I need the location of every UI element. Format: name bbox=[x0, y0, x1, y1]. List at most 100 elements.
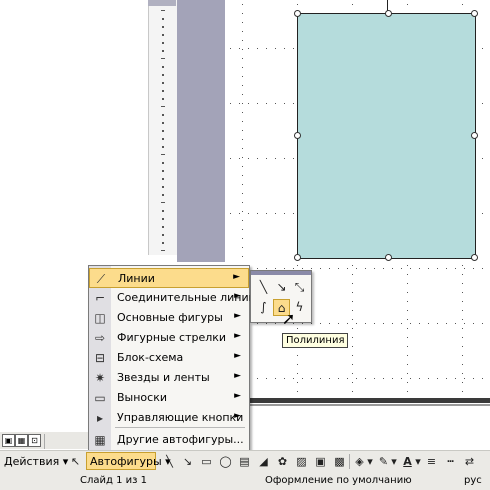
grid-dot bbox=[242, 31, 243, 32]
arrow-tool-icon[interactable]: ↘ bbox=[180, 454, 195, 469]
view-buttons-bar: ▣ ▦ ⊡ bbox=[0, 432, 88, 449]
grid-dot bbox=[297, 355, 298, 356]
menu-item-lines[interactable]: ⟋ Линии ► bbox=[89, 268, 249, 288]
menu-item-label: Другие автофигуры... bbox=[117, 433, 244, 446]
dropdown-arrow-icon[interactable]: ▾ bbox=[414, 454, 422, 469]
wordart-tool-icon[interactable]: ◢ bbox=[256, 454, 271, 469]
line-tool-icon[interactable]: ╲ bbox=[162, 454, 177, 469]
grid-dot bbox=[482, 158, 483, 159]
grid-dot bbox=[462, 283, 463, 284]
grid-dot bbox=[464, 378, 465, 379]
grid-dot bbox=[356, 268, 357, 269]
dropdown-arrow-icon[interactable]: ▾ bbox=[366, 454, 374, 469]
ruler-mark bbox=[161, 154, 165, 155]
menu-item-stars-banners[interactable]: ✷ Звезды и ленты ► bbox=[89, 368, 249, 388]
menu-item-flowchart[interactable]: ⊟ Блок-схема ► bbox=[89, 348, 249, 368]
grid-dot bbox=[455, 323, 456, 324]
ruler-mark bbox=[162, 242, 164, 244]
slide-sorter-view-icon[interactable]: ▦ bbox=[15, 434, 28, 447]
grid-dot bbox=[242, 130, 243, 131]
dropdown-arrow-icon[interactable]: ▾ bbox=[390, 454, 398, 469]
menu-item-block-arrows[interactable]: ⇨ Фигурные стрелки ► bbox=[89, 328, 249, 348]
resize-handle[interactable] bbox=[471, 132, 478, 139]
font-color-icon[interactable]: A bbox=[400, 454, 415, 469]
ruler-mark bbox=[162, 210, 164, 212]
selected-rectangle-shape[interactable] bbox=[297, 13, 476, 259]
grid-dot bbox=[407, 337, 408, 338]
double-arrow-icon[interactable]: ⤡ bbox=[291, 279, 308, 296]
grid-dot bbox=[401, 323, 402, 324]
fill-color-icon[interactable]: ◈ bbox=[352, 454, 367, 469]
grid-dot bbox=[374, 378, 375, 379]
resize-handle[interactable] bbox=[471, 254, 478, 261]
image-tool-icon[interactable]: ▩ bbox=[332, 454, 347, 469]
resize-handle[interactable] bbox=[471, 10, 478, 17]
arrow-style-icon[interactable]: ⇄ bbox=[462, 454, 477, 469]
clipart-tool-icon[interactable]: ▨ bbox=[294, 454, 309, 469]
grid-dot bbox=[242, 157, 243, 158]
resize-handle[interactable] bbox=[294, 132, 301, 139]
grid-dot bbox=[297, 4, 298, 5]
grid-dot bbox=[302, 268, 303, 269]
grid-dot bbox=[356, 378, 357, 379]
ruler-mark bbox=[162, 178, 164, 180]
grid-dot bbox=[242, 139, 243, 140]
ruler-mark bbox=[162, 122, 164, 124]
grid-dot bbox=[352, 310, 353, 311]
ruler-top-cap bbox=[148, 0, 176, 6]
grid-dot bbox=[311, 323, 312, 324]
grid-dot bbox=[297, 328, 298, 329]
resize-handle[interactable] bbox=[294, 254, 301, 261]
grid-dot bbox=[239, 48, 240, 49]
curve-icon[interactable]: ∫ bbox=[255, 299, 272, 316]
submenu-drag-handle[interactable] bbox=[251, 271, 311, 275]
grid-dot bbox=[266, 268, 267, 269]
grid-dot bbox=[352, 382, 353, 383]
grid-dot bbox=[365, 268, 366, 269]
grid-dot bbox=[297, 265, 298, 266]
resize-handle[interactable] bbox=[294, 10, 301, 17]
grid-dot bbox=[293, 378, 294, 379]
menu-item-callouts[interactable]: ▭ Выноски ► bbox=[89, 388, 249, 408]
design-template: Оформление по умолчанию bbox=[265, 475, 412, 486]
grid-dot bbox=[352, 265, 353, 266]
grid-dot bbox=[365, 378, 366, 379]
grid-dot bbox=[266, 103, 267, 104]
menu-item-more-autoshapes[interactable]: ▦ Другие автофигуры... bbox=[89, 430, 249, 450]
grid-dot bbox=[446, 323, 447, 324]
line-icon[interactable]: ╲ bbox=[255, 279, 272, 296]
normal-view-icon[interactable]: ▣ bbox=[2, 434, 15, 447]
resize-handle[interactable] bbox=[385, 254, 392, 261]
menu-item-action-buttons[interactable]: ▸ Управляющие кнопки ► bbox=[89, 408, 249, 428]
oval-tool-icon[interactable]: ◯ bbox=[218, 454, 233, 469]
resize-handle[interactable] bbox=[385, 10, 392, 17]
toolbar-separator bbox=[349, 454, 350, 469]
grid-dot bbox=[311, 268, 312, 269]
picture-tool-icon[interactable]: ▣ bbox=[313, 454, 328, 469]
line-color-icon[interactable]: ✎ bbox=[376, 454, 391, 469]
textbox-tool-icon[interactable]: ▤ bbox=[237, 454, 252, 469]
dash-style-icon[interactable]: ┅ bbox=[443, 454, 458, 469]
arrow-icon[interactable]: ↘ bbox=[273, 279, 290, 296]
grid-dot bbox=[407, 283, 408, 284]
ruler-mark bbox=[161, 106, 165, 107]
diagram-tool-icon[interactable]: ✿ bbox=[275, 454, 290, 469]
autoshapes-menu: ⟋ Линии ► ⌐ Соединительные линии ► ◫ Осн… bbox=[88, 265, 256, 452]
select-objects-icon[interactable]: ↖ bbox=[68, 454, 83, 469]
autoshapes-menu-button[interactable]: Автофигуры ▾ bbox=[86, 452, 171, 470]
slideshow-view-icon[interactable]: ⊡ bbox=[28, 434, 41, 447]
grid-dot bbox=[311, 378, 312, 379]
grid-dot bbox=[419, 268, 420, 269]
submenu-arrow-icon: ► bbox=[234, 331, 241, 341]
menu-item-basic-shapes[interactable]: ◫ Основные фигуры ► bbox=[89, 308, 249, 328]
rectangle-tool-icon[interactable]: ▭ bbox=[199, 454, 214, 469]
menu-item-connectors[interactable]: ⌐ Соединительные линии ► bbox=[89, 288, 256, 308]
ruler-mark bbox=[162, 90, 164, 92]
connectors-icon: ⌐ bbox=[94, 291, 106, 305]
vertical-scroll-region[interactable] bbox=[177, 0, 225, 262]
actions-menu-button[interactable]: Действия ▾ bbox=[4, 453, 68, 470]
grid-dot bbox=[239, 213, 240, 214]
line-style-icon[interactable]: ≡ bbox=[424, 454, 439, 469]
grid-dot bbox=[257, 103, 258, 104]
grid-dot bbox=[329, 378, 330, 379]
